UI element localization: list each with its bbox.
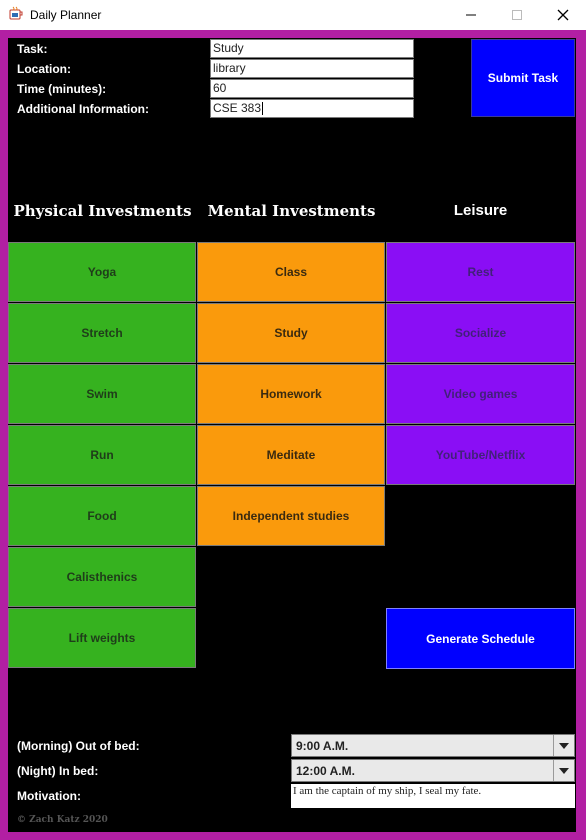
window-title: Daily Planner <box>30 8 102 22</box>
night-label: (Night) In bed: <box>17 764 99 778</box>
leisure-tile-socialize[interactable]: Socialize <box>386 303 575 363</box>
task-label: Task: <box>17 42 48 56</box>
close-icon <box>557 9 569 21</box>
chevron-down-icon <box>559 742 569 749</box>
java-app-icon <box>9 6 23 20</box>
mental-tile-independent-studies[interactable]: Independent studies <box>197 486 385 546</box>
location-label: Location: <box>17 62 71 76</box>
time-label: Time (minutes): <box>17 82 107 96</box>
morning-time-select[interactable]: 9:00 A.M. <box>291 734 575 757</box>
leisure-tile-youtube-netflix[interactable]: YouTube/Netflix <box>386 425 575 485</box>
maximize-icon <box>512 10 522 20</box>
copyright-text: © Zach Katz 2020 <box>17 815 108 825</box>
planner-panel: Task: Study Location: library Time (minu… <box>8 38 576 832</box>
mental-tile-meditate[interactable]: Meditate <box>197 425 385 485</box>
mental-header: Mental Investments <box>207 202 376 220</box>
minimize-button[interactable] <box>448 0 494 30</box>
text-caret <box>262 102 264 116</box>
leisure-tile-rest[interactable]: Rest <box>386 242 575 302</box>
maximize-button[interactable] <box>494 0 540 30</box>
physical-tile-food[interactable]: Food <box>8 486 196 546</box>
mental-tile-class[interactable]: Class <box>197 242 385 302</box>
morning-dropdown-button[interactable] <box>553 735 574 756</box>
generate-schedule-button[interactable]: Generate Schedule <box>386 608 575 669</box>
physical-tile-stretch[interactable]: Stretch <box>8 303 196 363</box>
physical-tile-calisthenics[interactable]: Calisthenics <box>8 547 196 607</box>
physical-tile-lift-weights[interactable]: Lift weights <box>8 608 196 668</box>
location-input[interactable]: library <box>210 59 414 78</box>
morning-time-value: 9:00 A.M. <box>296 739 349 753</box>
additional-info-label: Additional Information: <box>17 102 149 116</box>
leisure-tile-video-games[interactable]: Video games <box>386 364 575 424</box>
close-button[interactable] <box>540 0 586 30</box>
title-bar: Daily Planner <box>0 0 586 30</box>
physical-tile-run[interactable]: Run <box>8 425 196 485</box>
morning-label: (Morning) Out of bed: <box>17 739 140 753</box>
task-input[interactable]: Study <box>210 39 414 58</box>
physical-tile-yoga[interactable]: Yoga <box>8 242 196 302</box>
motivation-label: Motivation: <box>17 789 81 803</box>
chevron-down-icon <box>559 767 569 774</box>
leisure-header: Leisure <box>453 202 508 219</box>
minimize-icon <box>466 14 476 16</box>
time-input[interactable]: 60 <box>210 79 414 98</box>
additional-info-input[interactable]: CSE 383 <box>210 99 414 118</box>
physical-header: Physical Investments <box>13 202 192 220</box>
physical-tile-swim[interactable]: Swim <box>8 364 196 424</box>
mental-tile-homework[interactable]: Homework <box>197 364 385 424</box>
additional-info-value: CSE 383 <box>213 101 262 115</box>
submit-task-button[interactable]: Submit Task <box>471 39 575 117</box>
night-time-value: 12:00 A.M. <box>296 764 355 778</box>
night-time-select[interactable]: 12:00 A.M. <box>291 759 575 782</box>
mental-tile-study[interactable]: Study <box>197 303 385 363</box>
motivation-text: I am the captain of my ship, I seal my f… <box>291 784 575 808</box>
night-dropdown-button[interactable] <box>553 760 574 781</box>
window-frame: Task: Study Location: library Time (minu… <box>0 30 586 840</box>
